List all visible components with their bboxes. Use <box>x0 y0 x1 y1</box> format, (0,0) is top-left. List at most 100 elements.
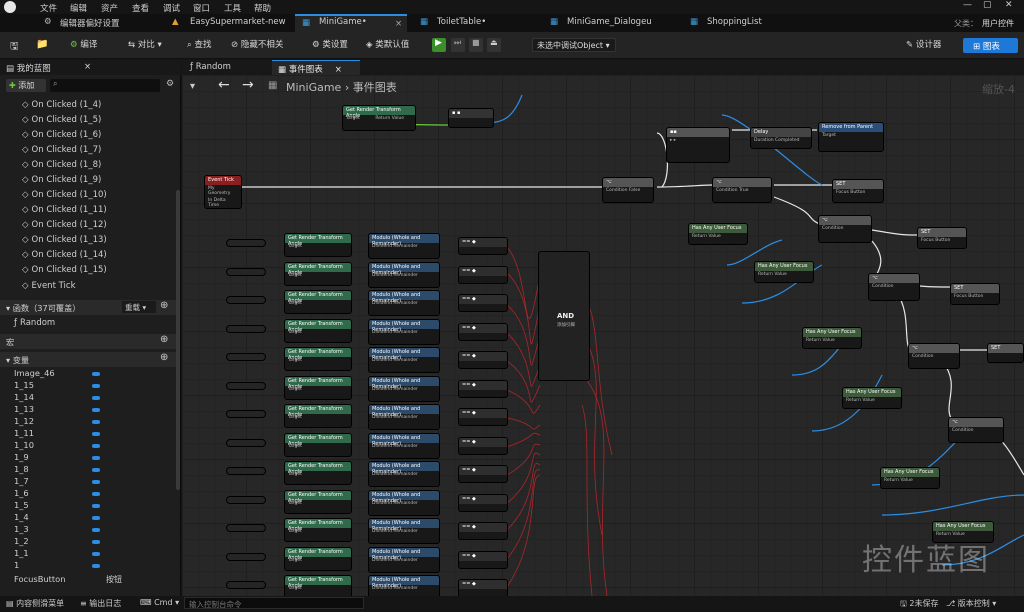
step-button[interactable]: ⏭ <box>451 38 465 52</box>
compare-node[interactable]: == ◆ <box>458 294 508 312</box>
variable-item[interactable]: 1_7 <box>14 476 29 486</box>
has-any-user-focus-node[interactable]: Has Any User Focus Return Value <box>754 261 814 283</box>
event-on-clicked[interactable]: ◇ On Clicked (1_8) <box>22 160 101 170</box>
class-settings-button[interactable]: ⚙ 类设置 <box>312 38 348 50</box>
variable-item[interactable]: 1_8 <box>14 464 29 474</box>
modulo-node[interactable]: Modulo (Whole and Remainder) Dividend Rem… <box>368 233 440 259</box>
variable-get-node[interactable] <box>226 410 266 418</box>
branch-node[interactable]: ⌥ Condition <box>818 215 872 243</box>
variable-item[interactable]: 1_14 <box>14 392 34 402</box>
modulo-node[interactable]: Modulo (Whole and Remainder) Dividend Rem… <box>368 375 440 402</box>
play-button[interactable]: ▶ <box>432 38 446 52</box>
compare-node[interactable]: == ◆ <box>458 522 508 540</box>
branch-node[interactable]: ⌥ Condition <box>908 343 960 369</box>
branch-node[interactable]: ⌥ Condition True <box>712 177 772 203</box>
diff-button[interactable]: ⇆ 对比 ▾ <box>128 38 162 50</box>
modulo-node[interactable]: Modulo (Whole and Remainder) Dividend Rem… <box>368 290 440 316</box>
tab-minigame-dialog[interactable]: ▦ MiniGame_Dialogeu <box>543 14 671 32</box>
variable-get-node[interactable] <box>226 438 266 447</box>
close-tab-icon[interactable]: × <box>335 65 342 75</box>
search-input[interactable]: ⌕ <box>50 79 160 92</box>
variable-item[interactable]: 1_9 <box>14 452 29 462</box>
variable-get-node[interactable] <box>226 267 266 276</box>
variable-get-node[interactable] <box>226 324 266 333</box>
compare-node[interactable]: == ◆ <box>458 379 508 398</box>
get-render-transform-angle-node[interactable]: Get Render Transform Angle Target <box>284 318 352 343</box>
set-focus-node[interactable]: SET Focus Button <box>950 283 1000 305</box>
get-render-transform-angle-node[interactable]: Get Render Transform Angle Target <box>284 518 352 542</box>
variable-get-node[interactable] <box>226 581 266 589</box>
get-render-transform-angle-node[interactable]: Get Render Transform Angle Target <box>284 575 352 596</box>
event-on-clicked[interactable]: ◇ On Clicked (1_12) <box>22 220 107 230</box>
get-render-transform-angle-node[interactable]: Get Render Transform Angle Target Return… <box>342 105 416 131</box>
function-random[interactable]: ƒ Random <box>14 318 55 328</box>
override-dropdown[interactable]: 重载 ▾ <box>122 301 156 313</box>
tab-minigame[interactable]: ▦ MiniGame• × <box>295 14 407 32</box>
event-on-clicked[interactable]: ◇ On Clicked (1_11) <box>22 205 107 215</box>
event-on-clicked[interactable]: ◇ On Clicked (1_6) <box>22 130 101 140</box>
menu-help[interactable]: 帮助 <box>254 2 271 14</box>
has-any-user-focus-node[interactable]: Has Any User Focus Return Value <box>688 223 748 245</box>
menu-debug[interactable]: 调试 <box>163 2 180 14</box>
modulo-node[interactable]: Modulo (Whole and Remainder) Dividend Rem… <box>368 575 440 596</box>
compare-node[interactable]: == ◆ <box>458 265 508 284</box>
variable-item[interactable]: 1_4 <box>14 512 29 522</box>
modulo-node[interactable]: Modulo (Whole and Remainder) Dividend Rem… <box>368 261 440 288</box>
minimize-button[interactable]: — <box>963 0 972 10</box>
event-tick[interactable]: ◇ Event Tick <box>22 281 76 291</box>
event-on-clicked[interactable]: ◇ On Clicked (1_13) <box>22 235 107 245</box>
get-render-transform-angle-node[interactable]: Get Render Transform Angle Target <box>284 432 352 457</box>
event-on-clicked[interactable]: ◇ On Clicked (1_14) <box>22 250 107 260</box>
console-input[interactable]: 输入控制台命令 <box>184 597 364 609</box>
eject-button[interactable]: ⏏ <box>487 38 501 52</box>
add-variable-icon[interactable]: ⊕ <box>160 352 168 363</box>
panel-scrollbar[interactable] <box>176 190 180 490</box>
compare-node[interactable]: == ◆ <box>458 322 508 341</box>
debug-object-select[interactable]: 未选中调试Object ▾ <box>532 38 616 52</box>
has-any-user-focus-node[interactable]: Has Any User Focus Return Value <box>880 467 940 489</box>
modulo-node[interactable]: Modulo (Whole and Remainder) Dividend Rem… <box>368 404 440 430</box>
variable-get-node[interactable] <box>226 552 266 561</box>
variable-item[interactable]: 1 <box>14 560 19 570</box>
get-render-transform-angle-node[interactable]: Get Render Transform Angle Target <box>284 404 352 428</box>
variable-get-node[interactable] <box>226 381 266 390</box>
graph-button[interactable]: ⊞ 图表 <box>963 38 1018 53</box>
variable-item[interactable]: 1_10 <box>14 440 34 450</box>
modulo-node[interactable]: Modulo (Whole and Remainder) Dividend Rem… <box>368 347 440 373</box>
parent-class-value[interactable]: 用户控件 <box>982 18 1014 29</box>
event-graph-canvas[interactable]: ▾ ← → ▦ MiniGame › 事件图表 缩放-4 Get Render … <box>182 75 1024 596</box>
variable-item[interactable]: 1_12 <box>14 416 34 426</box>
branch-node[interactable]: ⌥ Condition <box>948 417 1004 443</box>
variable-item[interactable]: 1_6 <box>14 488 29 498</box>
variable-item[interactable]: 1_5 <box>14 500 29 510</box>
compare-node[interactable]: == ◆ <box>458 550 508 569</box>
modulo-node[interactable]: Modulo (Whole and Remainder) Dividend Rem… <box>368 461 440 487</box>
get-render-transform-angle-node[interactable]: Get Render Transform Angle Target <box>284 375 352 400</box>
designer-button[interactable]: ✎ 设计器 <box>906 38 941 50</box>
tab-level[interactable]: ▲ EasySupermarket-new <box>166 14 290 32</box>
event-on-clicked[interactable]: ◇ On Clicked (1_5) <box>22 115 101 125</box>
output-log-button[interactable]: ≡ 输出日志 <box>80 598 121 609</box>
compare-node[interactable]: == ◆ <box>458 408 508 426</box>
compile-button[interactable]: ⚙ 编译 <box>70 38 97 50</box>
variable-item[interactable]: 1_11 <box>14 428 34 438</box>
menu-window[interactable]: 窗口 <box>193 2 210 14</box>
modulo-node[interactable]: Modulo (Whole and Remainder) Dividend Rem… <box>368 432 440 459</box>
variable-get-node[interactable] <box>226 239 266 247</box>
get-render-transform-angle-node[interactable]: Get Render Transform Angle Target <box>284 233 352 257</box>
compare-node[interactable]: == ◆ <box>458 465 508 483</box>
event-on-clicked[interactable]: ◇ On Clicked (1_10) <box>22 190 107 200</box>
event-on-clicked[interactable]: ◇ On Clicked (1_9) <box>22 175 101 185</box>
add-pin-label[interactable]: 添加引脚 <box>557 322 575 328</box>
close-button[interactable]: ✕ <box>1005 0 1013 10</box>
compare-node[interactable]: == ◆ <box>458 237 508 255</box>
add-macro-icon[interactable]: ⊕ <box>160 334 168 345</box>
get-render-transform-angle-node[interactable]: Get Render Transform Angle Target <box>284 261 352 286</box>
unreal-logo[interactable] <box>4 1 16 13</box>
variable-get-node[interactable] <box>226 353 266 361</box>
math-node[interactable]: ▪ ▪ <box>448 108 494 128</box>
variable-get-node[interactable] <box>226 467 266 475</box>
variable-item[interactable]: 1_15 <box>14 380 34 390</box>
modulo-node[interactable]: Modulo (Whole and Remainder) Dividend Rem… <box>368 318 440 345</box>
compare-node[interactable]: == ◆ <box>458 436 508 455</box>
